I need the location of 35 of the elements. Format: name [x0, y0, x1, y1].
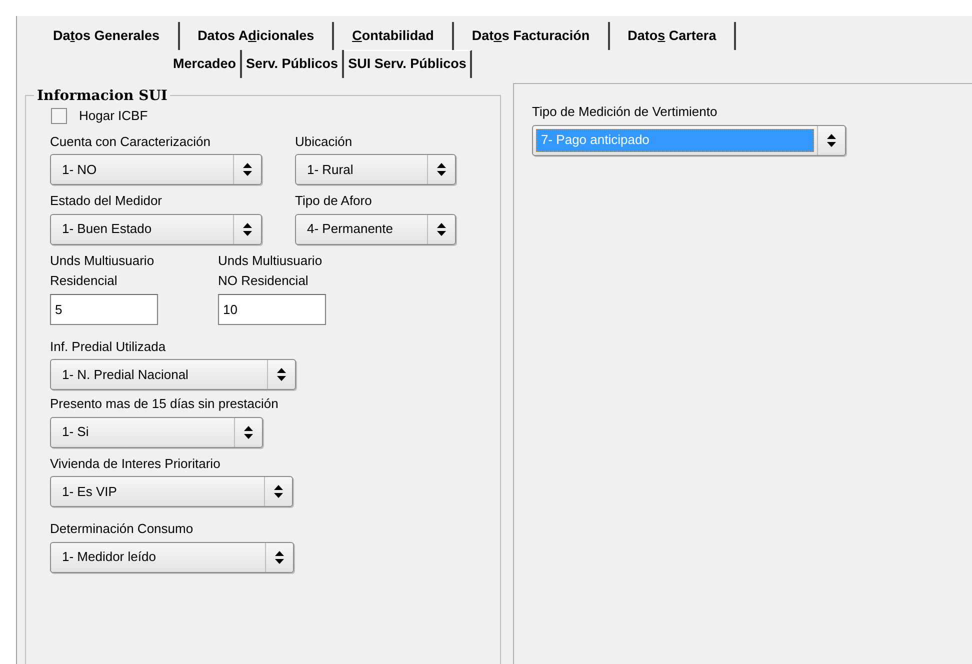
updown-icon [275, 550, 284, 564]
updown-icon [437, 163, 446, 176]
field-label: Tipo de Medición de Vertimiento [532, 103, 718, 121]
combo-box[interactable]: 4- Permanente [295, 214, 456, 244]
field-label: Determinación Consumo [50, 520, 194, 538]
tab[interactable]: SUI Serv. Públicos [344, 50, 472, 78]
field-label: Tipo de Aforo [295, 192, 373, 210]
combo-box[interactable]: 1- Medidor leído [50, 542, 294, 572]
updown-icon [274, 485, 283, 498]
field-label: Unds Multiusuario NO Residencial [218, 252, 324, 290]
input-field[interactable]: 5 [50, 294, 158, 324]
combo-box[interactable]: 1- Si [50, 416, 263, 448]
updown-icon [277, 368, 286, 381]
updown-icon [827, 134, 836, 146]
combo-box[interactable]: 1- NO [50, 154, 262, 185]
field-label: Estado del Medidor [50, 192, 164, 210]
tab[interactable]: Datos Adicionales [180, 22, 334, 50]
combo-box[interactable]: 1- Buen Estado [50, 214, 262, 244]
combo-box[interactable]: 1- Rural [295, 154, 456, 185]
tab[interactable]: Datos Cartera [610, 22, 736, 50]
combo-box[interactable]: 1- Es VIP [50, 476, 293, 507]
updown-icon [244, 426, 253, 438]
field-label: Presento mas de 15 días sin prestación [50, 395, 278, 413]
field-label: Inf. Predial Utilizada [50, 338, 167, 356]
field-label: Vivienda de Interes Prioritario [50, 454, 222, 472]
updown-icon [243, 222, 252, 236]
input-field[interactable]: 10 [218, 294, 326, 324]
updown-icon [243, 163, 252, 176]
field-label: Cuenta con Caracterización [50, 132, 212, 150]
field-label: Unds Multiusuario Residencial [50, 252, 156, 290]
combo-box[interactable]: 1- N. Predial Nacional [50, 359, 296, 390]
checkbox-label: Hogar ICBF [79, 107, 148, 125]
checkbox[interactable] [51, 108, 67, 124]
field-label: Ubicación [295, 132, 354, 150]
updown-icon [437, 222, 446, 236]
